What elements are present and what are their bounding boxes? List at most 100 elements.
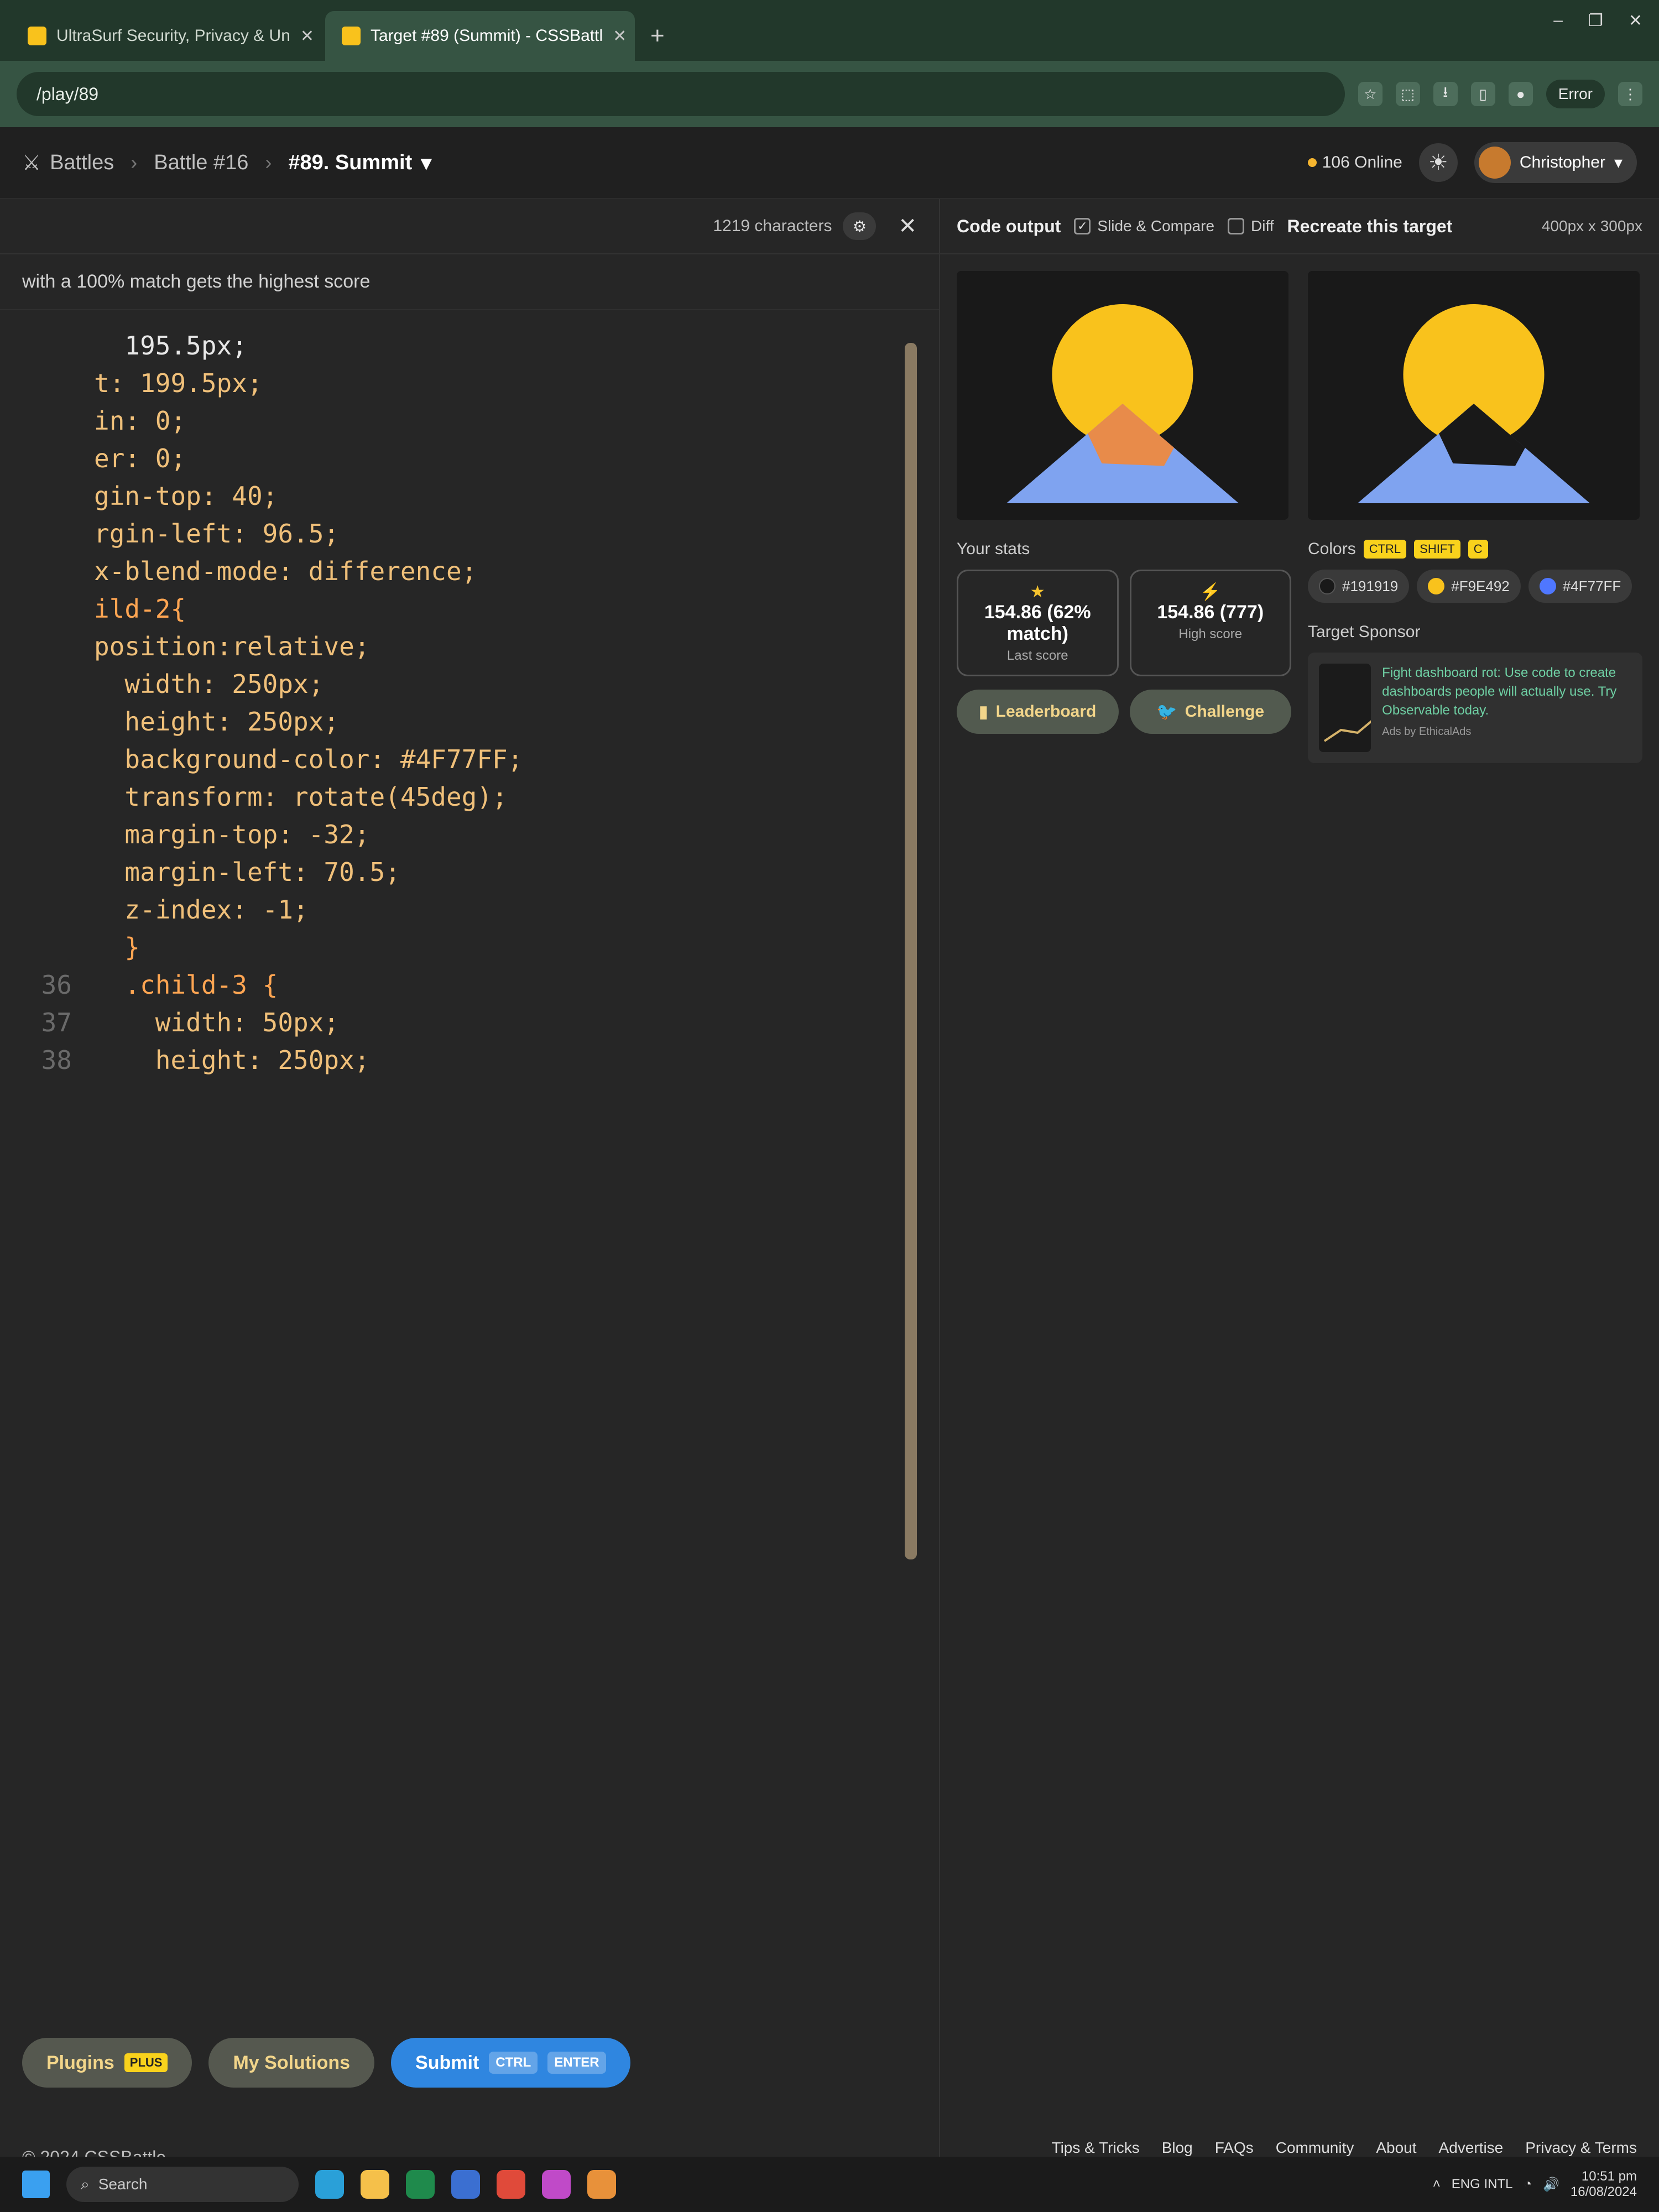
- close-window-icon[interactable]: ✕: [1629, 11, 1642, 30]
- extension-icon[interactable]: ⬚: [1395, 82, 1420, 106]
- menu-icon[interactable]: ⋮: [1618, 82, 1642, 106]
- code-output-preview[interactable]: [957, 271, 1288, 520]
- close-icon[interactable]: ✕: [898, 213, 917, 239]
- color-swatch: [1428, 578, 1445, 594]
- clock[interactable]: 10:51 pm 16/08/2024: [1571, 2169, 1637, 2200]
- stats-row: ★ 154.86 (62% match) Last score ⚡ 154.86…: [957, 570, 1291, 676]
- code-line: width: 250px;: [22, 665, 917, 703]
- editor-panel: 1219 characters ⚙ ✕ with a 100% match ge…: [0, 199, 940, 2212]
- ads-by[interactable]: Ads by EthicalAds: [1382, 726, 1631, 738]
- checkbox[interactable]: [1228, 218, 1245, 234]
- file-explorer-icon[interactable]: [361, 2170, 389, 2199]
- tab-cssbattle[interactable]: Target #89 (Summit) - CSSBattl ✕: [325, 11, 635, 61]
- code-line: in: 0;: [22, 402, 917, 440]
- caret-down-icon: ▾: [421, 151, 432, 175]
- theme-toggle-icon[interactable]: ☀: [1418, 143, 1458, 182]
- colors-row: Colors CTRL SHIFT C: [1308, 540, 1642, 559]
- color-swatch: [1319, 578, 1335, 594]
- last-score-value: 154.86 (62% match): [984, 602, 1091, 644]
- taskbar-search[interactable]: ⌕ Search: [66, 2167, 299, 2202]
- new-tab-button[interactable]: +: [639, 11, 676, 61]
- code-text: background-color: #4F77FF;: [94, 744, 523, 774]
- url-field[interactable]: /play/89: [17, 72, 1345, 116]
- diff-toggle[interactable]: Diff: [1228, 217, 1274, 235]
- chrome-icon[interactable]: [497, 2170, 525, 2199]
- language-indicator[interactable]: ENG INTL: [1452, 2177, 1513, 2192]
- footer-link[interactable]: Advertise: [1439, 2139, 1504, 2157]
- browser-icon[interactable]: [587, 2170, 616, 2199]
- tab-ultrasurf[interactable]: UltraSurf Security, Privacy & Un ✕: [11, 11, 321, 61]
- output-header: Code output ✓ Slide & Compare Diff Recrea…: [940, 199, 1659, 254]
- wifi-icon[interactable]: ◔: [1524, 2177, 1532, 2192]
- challenge-label: Challenge: [1185, 702, 1265, 721]
- code-text: }: [94, 932, 140, 962]
- breadcrumb-target[interactable]: #89. Summit ▾: [288, 150, 431, 175]
- browser-chrome: UltraSurf Security, Privacy & Un ✕ Targe…: [0, 0, 1659, 127]
- submit-button[interactable]: Submit CTRL ENTER: [391, 2038, 630, 2088]
- footer-link[interactable]: Community: [1276, 2139, 1354, 2157]
- kbd-ctrl: CTRL: [489, 2052, 538, 2074]
- plugins-button[interactable]: Plugins PLUS: [22, 2038, 192, 2088]
- last-score-card: ★ 154.86 (62% match) Last score: [957, 570, 1119, 676]
- target-preview[interactable]: [1308, 271, 1640, 520]
- line-number: 36: [41, 970, 72, 1000]
- star-icon[interactable]: ☆: [1358, 82, 1383, 106]
- sponsor-card[interactable]: Fight dashboard rot: Use code to create …: [1308, 653, 1642, 763]
- search-label: Search: [98, 2176, 148, 2193]
- leaderboard-button[interactable]: ▮ Leaderboard: [957, 690, 1119, 734]
- close-icon[interactable]: ✕: [613, 27, 627, 46]
- top-bar: ⚔ Battles › Battle #16 › #89. Summit ▾ 1…: [0, 127, 1659, 199]
- user-menu[interactable]: Christopher ▾: [1474, 142, 1637, 183]
- color-chip[interactable]: #F9E492: [1417, 570, 1521, 603]
- error-badge[interactable]: Error: [1546, 80, 1605, 108]
- breadcrumb-battle[interactable]: Battle #16: [154, 151, 248, 175]
- taskbar: ⌕ Search ˄ ENG INTL ◔ 🔊 10:51 pm 16/08/20…: [0, 2157, 1659, 2212]
- code-text: .child-3 {: [94, 970, 278, 1000]
- sidepanel-icon[interactable]: ▯: [1470, 82, 1495, 106]
- tab-strip: UltraSurf Security, Privacy & Un ✕ Targe…: [0, 0, 1659, 61]
- breadcrumb-label: #89. Summit: [288, 150, 413, 174]
- line-number: [22, 515, 72, 552]
- footer-link[interactable]: Tips & Tricks: [1052, 2139, 1140, 2157]
- kbd-ctrl: CTRL: [1363, 540, 1407, 559]
- challenge-button[interactable]: 🐦 Challenge: [1129, 690, 1291, 734]
- excel-icon[interactable]: [406, 2170, 435, 2199]
- clock-date: 16/08/2024: [1570, 2184, 1637, 2199]
- profile-icon[interactable]: ●: [1508, 82, 1533, 106]
- minimize-icon[interactable]: –: [1553, 11, 1563, 30]
- footer-link[interactable]: FAQs: [1215, 2139, 1254, 2157]
- slide-compare-label: Slide & Compare: [1097, 217, 1215, 234]
- plus-badge: PLUS: [124, 2053, 168, 2072]
- checkbox-checked[interactable]: ✓: [1074, 218, 1091, 234]
- close-icon[interactable]: ✕: [300, 27, 314, 46]
- code-line: er: 0;: [22, 440, 917, 477]
- footer-link[interactable]: Blog: [1162, 2139, 1193, 2157]
- code-text: 195.5px;: [94, 331, 247, 361]
- code-editor[interactable]: 195.5px; t: 199.5px; in: 0; er: 0; gin-top: …: [0, 310, 939, 1848]
- photos-icon[interactable]: [542, 2170, 571, 2199]
- sponsor-text: Fight dashboard rot: Use code to create …: [1382, 665, 1617, 718]
- footer-link[interactable]: About: [1376, 2139, 1416, 2157]
- code-output-title: Code output: [957, 216, 1061, 236]
- line-number: [22, 402, 72, 440]
- leaderboard-label: Leaderboard: [995, 702, 1097, 721]
- color-chip[interactable]: #191919: [1308, 570, 1410, 603]
- line-number: [22, 928, 72, 966]
- app-icon[interactable]: [451, 2170, 480, 2199]
- download-icon[interactable]: ⭳: [1433, 82, 1458, 106]
- restore-icon[interactable]: ❐: [1588, 11, 1603, 30]
- code-line: height: 250px;: [22, 703, 917, 740]
- slide-compare-toggle[interactable]: ✓ Slide & Compare: [1074, 217, 1214, 235]
- code-line: }: [22, 928, 917, 966]
- my-solutions-button[interactable]: My Solutions: [208, 2038, 375, 2088]
- volume-icon[interactable]: 🔊: [1543, 2177, 1559, 2193]
- breadcrumb-battles[interactable]: ⚔ Battles: [22, 150, 114, 175]
- editor-header: 1219 characters ⚙ ✕: [0, 199, 939, 254]
- chevron-up-icon[interactable]: ˄: [1433, 2177, 1441, 2192]
- footer-link[interactable]: Privacy & Terms: [1525, 2139, 1637, 2157]
- edge-icon[interactable]: [315, 2170, 344, 2199]
- windows-start-icon[interactable]: [22, 2171, 50, 2198]
- color-chip[interactable]: #4F77FF: [1528, 570, 1632, 603]
- editor-scrollbar[interactable]: [905, 343, 917, 1559]
- gear-icon[interactable]: ⚙: [843, 212, 877, 240]
